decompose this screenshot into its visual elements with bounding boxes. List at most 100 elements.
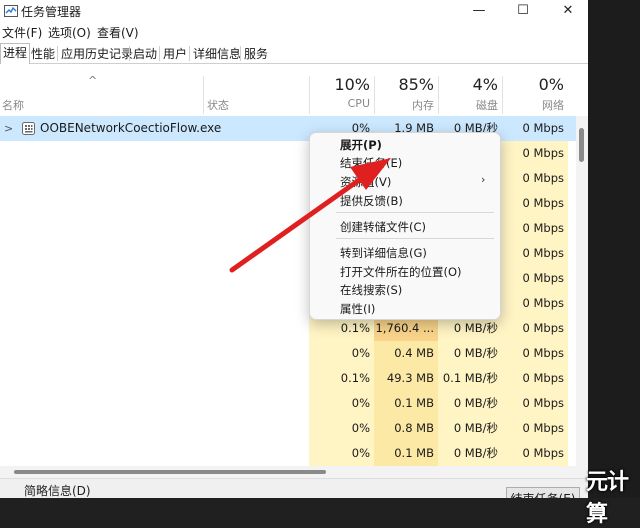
column-divider	[502, 76, 503, 114]
context-divider	[336, 212, 494, 213]
cpu-cell: 0%	[309, 341, 374, 366]
memory-cell: 49.3 MB	[374, 366, 438, 391]
network-label: 网络	[542, 99, 564, 112]
tab-app-history[interactable]: 应用历史记录	[59, 45, 135, 63]
network-cell: 0 Mbps	[502, 366, 568, 391]
watermark-text: 元计算	[586, 470, 629, 527]
network-cell: 0 Mbps	[502, 241, 568, 266]
context-item-feedback[interactable]: 提供反馈(B)	[340, 193, 403, 209]
close-button[interactable]: ✕	[553, 1, 583, 21]
column-header-memory[interactable]: 85% 内存	[374, 64, 438, 116]
table-row[interactable]: 0% 0.1 MB 0 MB/秒 0 Mbps	[0, 441, 576, 466]
window-title: 任务管理器	[21, 5, 82, 19]
network-cell: 0 Mbps	[502, 416, 568, 441]
column-header-cpu[interactable]: 10% CPU	[309, 64, 374, 116]
network-cell: 0 Mbps	[502, 341, 568, 366]
column-header-status[interactable]: 状态	[207, 97, 229, 113]
network-cell: 0 Mbps	[502, 191, 568, 216]
context-item-resource-values[interactable]: 资源值(V)	[340, 174, 391, 190]
cpu-total: 10%	[334, 75, 370, 94]
memory-cell: 0.8 MB	[374, 416, 438, 441]
column-header-disk[interactable]: 4% 磁盘	[438, 64, 502, 116]
disk-total: 4%	[472, 75, 498, 94]
tab-performance[interactable]: 性能	[29, 45, 57, 63]
tab-users[interactable]: 用户	[161, 45, 189, 63]
tab-services[interactable]: 服务	[242, 45, 270, 63]
memory-label: 内存	[412, 99, 434, 112]
desktop-background	[588, 0, 640, 498]
column-headers: ^ 名称 状态 10% CPU 85% 内存 4% 磁盘 0% 网络	[0, 64, 588, 117]
menu-options[interactable]: 选项(O)	[48, 24, 91, 41]
tab-divider	[129, 46, 130, 61]
menu-view[interactable]: 查看(V)	[97, 24, 139, 41]
tab-bar: 进程 性能 应用历史记录 启动 用户 详细信息 服务	[0, 43, 588, 65]
memory-total: 85%	[398, 75, 434, 94]
cpu-cell: 0%	[309, 416, 374, 441]
footer-bar: 简略信息(D) 结束任务(E)	[0, 478, 588, 498]
tab-divider	[57, 46, 58, 61]
network-cell: 0 Mbps	[502, 391, 568, 416]
context-divider	[336, 238, 494, 239]
tab-processes[interactable]: 进程	[0, 43, 31, 65]
task-manager-icon	[4, 5, 18, 17]
memory-cell: 0.1 MB	[374, 391, 438, 416]
submenu-arrow-icon: ›	[481, 173, 486, 186]
process-name: OOBENetworkCoectioFlow.exe	[40, 121, 222, 135]
context-item-open-location[interactable]: 打开文件所在的位置(O)	[340, 264, 462, 280]
context-item-properties[interactable]: 属性(I)	[340, 301, 375, 317]
context-item-end-task[interactable]: 结束任务(E)	[340, 155, 402, 171]
column-header-name[interactable]: 名称	[2, 97, 24, 113]
context-item-go-to-details[interactable]: 转到详细信息(G)	[340, 245, 427, 261]
column-divider	[374, 76, 375, 114]
menu-bar: 文件(F) 选项(O) 查看(V)	[0, 23, 588, 41]
disk-cell: 0 MB/秒	[438, 341, 502, 366]
network-cell: 0 Mbps	[502, 166, 568, 191]
network-total: 0%	[538, 75, 564, 94]
horizontal-scroll-thumb[interactable]	[14, 470, 326, 474]
disk-cell: 0.1 MB/秒	[438, 366, 502, 391]
sort-caret-icon: ^	[88, 74, 98, 87]
context-item-dump-file[interactable]: 创建转储文件(C)	[340, 219, 426, 235]
end-task-button[interactable]: 结束任务(E)	[506, 487, 580, 498]
memory-cell: 0.4 MB	[374, 341, 438, 366]
network-cell: 0 Mbps	[502, 266, 568, 291]
horizontal-scrollbar[interactable]	[0, 466, 588, 478]
fewer-details-link[interactable]: 简略信息(D)	[24, 482, 91, 498]
disk-cell: 0 MB/秒	[438, 441, 502, 466]
chevron-right-icon[interactable]: >	[4, 116, 13, 141]
tab-details[interactable]: 详细信息	[191, 45, 243, 63]
network-cell: 0 Mbps	[502, 441, 568, 466]
tab-divider	[240, 46, 241, 61]
table-row[interactable]: 0% 0.8 MB 0 MB/秒 0 Mbps	[0, 416, 576, 441]
cpu-label: CPU	[347, 97, 370, 110]
table-row[interactable]: 0% 0.1 MB 0 MB/秒 0 Mbps	[0, 391, 576, 416]
vertical-scroll-thumb[interactable]	[579, 128, 584, 162]
context-item-search-online[interactable]: 在线搜索(S)	[340, 282, 402, 298]
cpu-cell: 0%	[309, 391, 374, 416]
cpu-cell: 0.1%	[309, 366, 374, 391]
column-divider	[203, 76, 204, 114]
process-icon	[22, 122, 35, 135]
column-header-network[interactable]: 0% 网络	[502, 64, 568, 116]
column-divider	[309, 76, 310, 114]
minimize-button[interactable]: —	[464, 1, 494, 21]
menu-file[interactable]: 文件(F)	[2, 24, 42, 41]
context-item-expand[interactable]: 展开(P)	[340, 137, 382, 153]
network-cell: 0 Mbps	[502, 291, 568, 316]
tab-divider	[159, 46, 160, 61]
disk-cell: 0 MB/秒	[438, 391, 502, 416]
network-cell: 0 Mbps	[522, 121, 565, 135]
disk-label: 磁盘	[476, 99, 498, 112]
cpu-cell: 0%	[309, 441, 374, 466]
table-row[interactable]: 0% 0.4 MB 0 MB/秒 0 Mbps	[0, 341, 576, 366]
network-cell: 0 Mbps	[502, 141, 568, 166]
context-menu: 展开(P) 结束任务(E) 资源值(V) › 提供反馈(B) 创建转储文件(C)…	[309, 132, 501, 320]
task-manager-window: 任务管理器 — ☐ ✕ 文件(F) 选项(O) 查看(V) 进程 性能 应用历史…	[0, 0, 588, 498]
network-cell: 0 Mbps	[502, 316, 568, 341]
maximize-button[interactable]: ☐	[508, 1, 538, 21]
table-row[interactable]: 0.1% 49.3 MB 0.1 MB/秒 0 Mbps	[0, 366, 576, 391]
memory-cell: 0.1 MB	[374, 441, 438, 466]
tab-startup[interactable]: 启动	[131, 45, 159, 63]
network-cell: 0 Mbps	[502, 216, 568, 241]
vertical-scrollbar[interactable]	[576, 116, 588, 466]
